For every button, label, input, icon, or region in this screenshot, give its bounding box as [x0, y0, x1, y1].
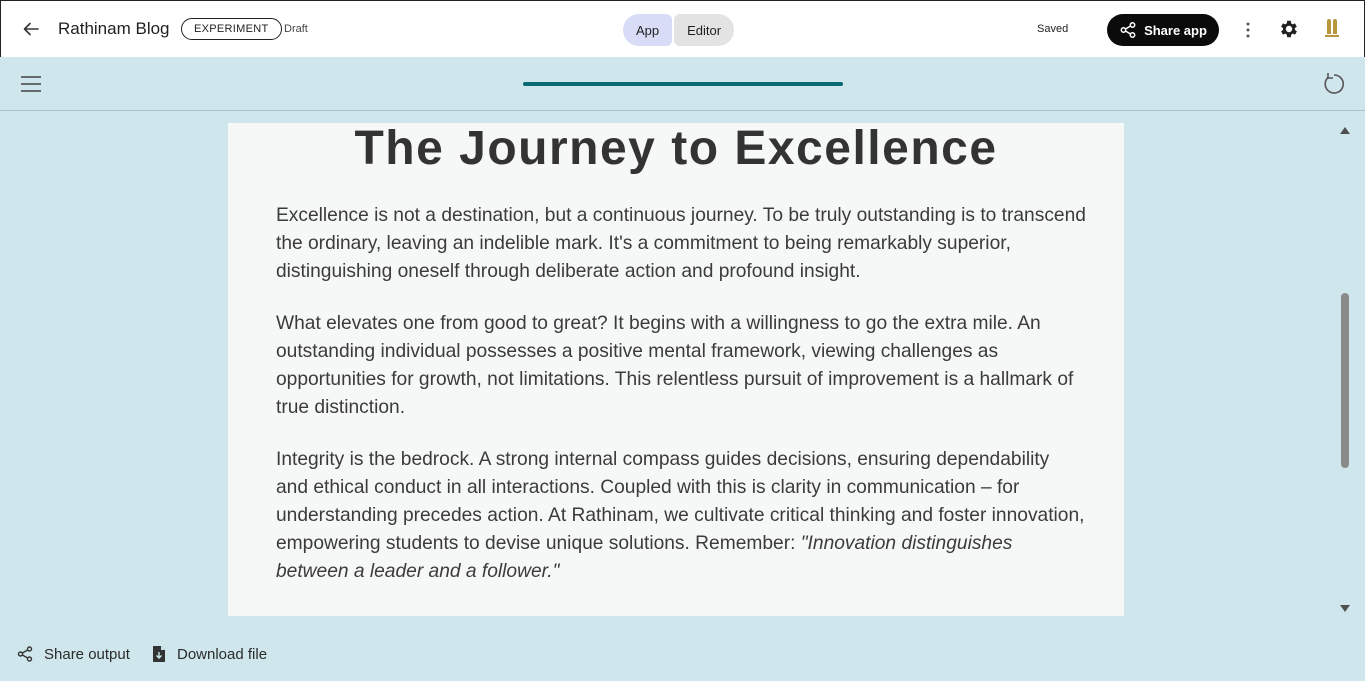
- logo-avatar-icon: [1321, 18, 1343, 40]
- scroll-up-arrow-icon[interactable]: [1340, 127, 1350, 134]
- download-file-icon: [151, 645, 167, 663]
- download-file-button[interactable]: Download file: [151, 643, 267, 665]
- draft-status: Draft: [284, 23, 308, 35]
- share-output-label: Share output: [44, 645, 130, 663]
- app-title: Rathinam Blog: [58, 19, 170, 38]
- settings-button[interactable]: [1278, 18, 1300, 40]
- refresh-icon: [1321, 71, 1347, 97]
- content-scrollbar[interactable]: [1337, 123, 1351, 616]
- scrollbar-thumb[interactable]: [1341, 293, 1349, 468]
- app-mode-tab[interactable]: App: [623, 14, 673, 46]
- blog-content-card: The Journey to Excellence Excellence is …: [228, 123, 1124, 616]
- save-status: Saved: [1037, 23, 1069, 35]
- post-paragraph: What elevates one from good to great? It…: [276, 313, 1074, 418]
- editor-mode-tab[interactable]: Editor: [674, 14, 735, 46]
- progress-bar-fill: [523, 82, 843, 86]
- mode-toggle: App Editor: [623, 14, 735, 46]
- download-file-label: Download file: [177, 645, 268, 663]
- progress-bar: [523, 82, 843, 86]
- post-paragraph: Integrity is the bedrock. A strong inter…: [276, 446, 1086, 586]
- hamburger-menu-icon: [19, 74, 43, 94]
- share-app-button[interactable]: Share app: [1107, 14, 1219, 46]
- arrow-left-icon: [22, 20, 40, 38]
- share-icon: [1119, 21, 1137, 39]
- more-options-button[interactable]: [1238, 18, 1258, 42]
- post-paragraph: Excellence is not a destination, but a c…: [276, 205, 1086, 282]
- back-button[interactable]: [19, 17, 43, 41]
- experiment-badge: EXPERIMENT: [181, 18, 282, 40]
- post-title: The Journey to Excellence: [354, 123, 998, 175]
- share-output-button[interactable]: Share output: [16, 643, 130, 665]
- app-toolbar: [0, 57, 1365, 111]
- top-app-bar: Rathinam Blog EXPERIMENT Draft App Edito…: [0, 0, 1365, 57]
- avatar[interactable]: [1321, 18, 1343, 40]
- scroll-down-arrow-icon[interactable]: [1340, 605, 1350, 612]
- menu-button[interactable]: [19, 74, 43, 94]
- refresh-button[interactable]: [1321, 71, 1347, 97]
- gear-icon: [1278, 18, 1300, 40]
- share-app-label: Share app: [1144, 22, 1207, 38]
- share-icon: [16, 645, 34, 663]
- more-vertical-icon: [1246, 22, 1250, 38]
